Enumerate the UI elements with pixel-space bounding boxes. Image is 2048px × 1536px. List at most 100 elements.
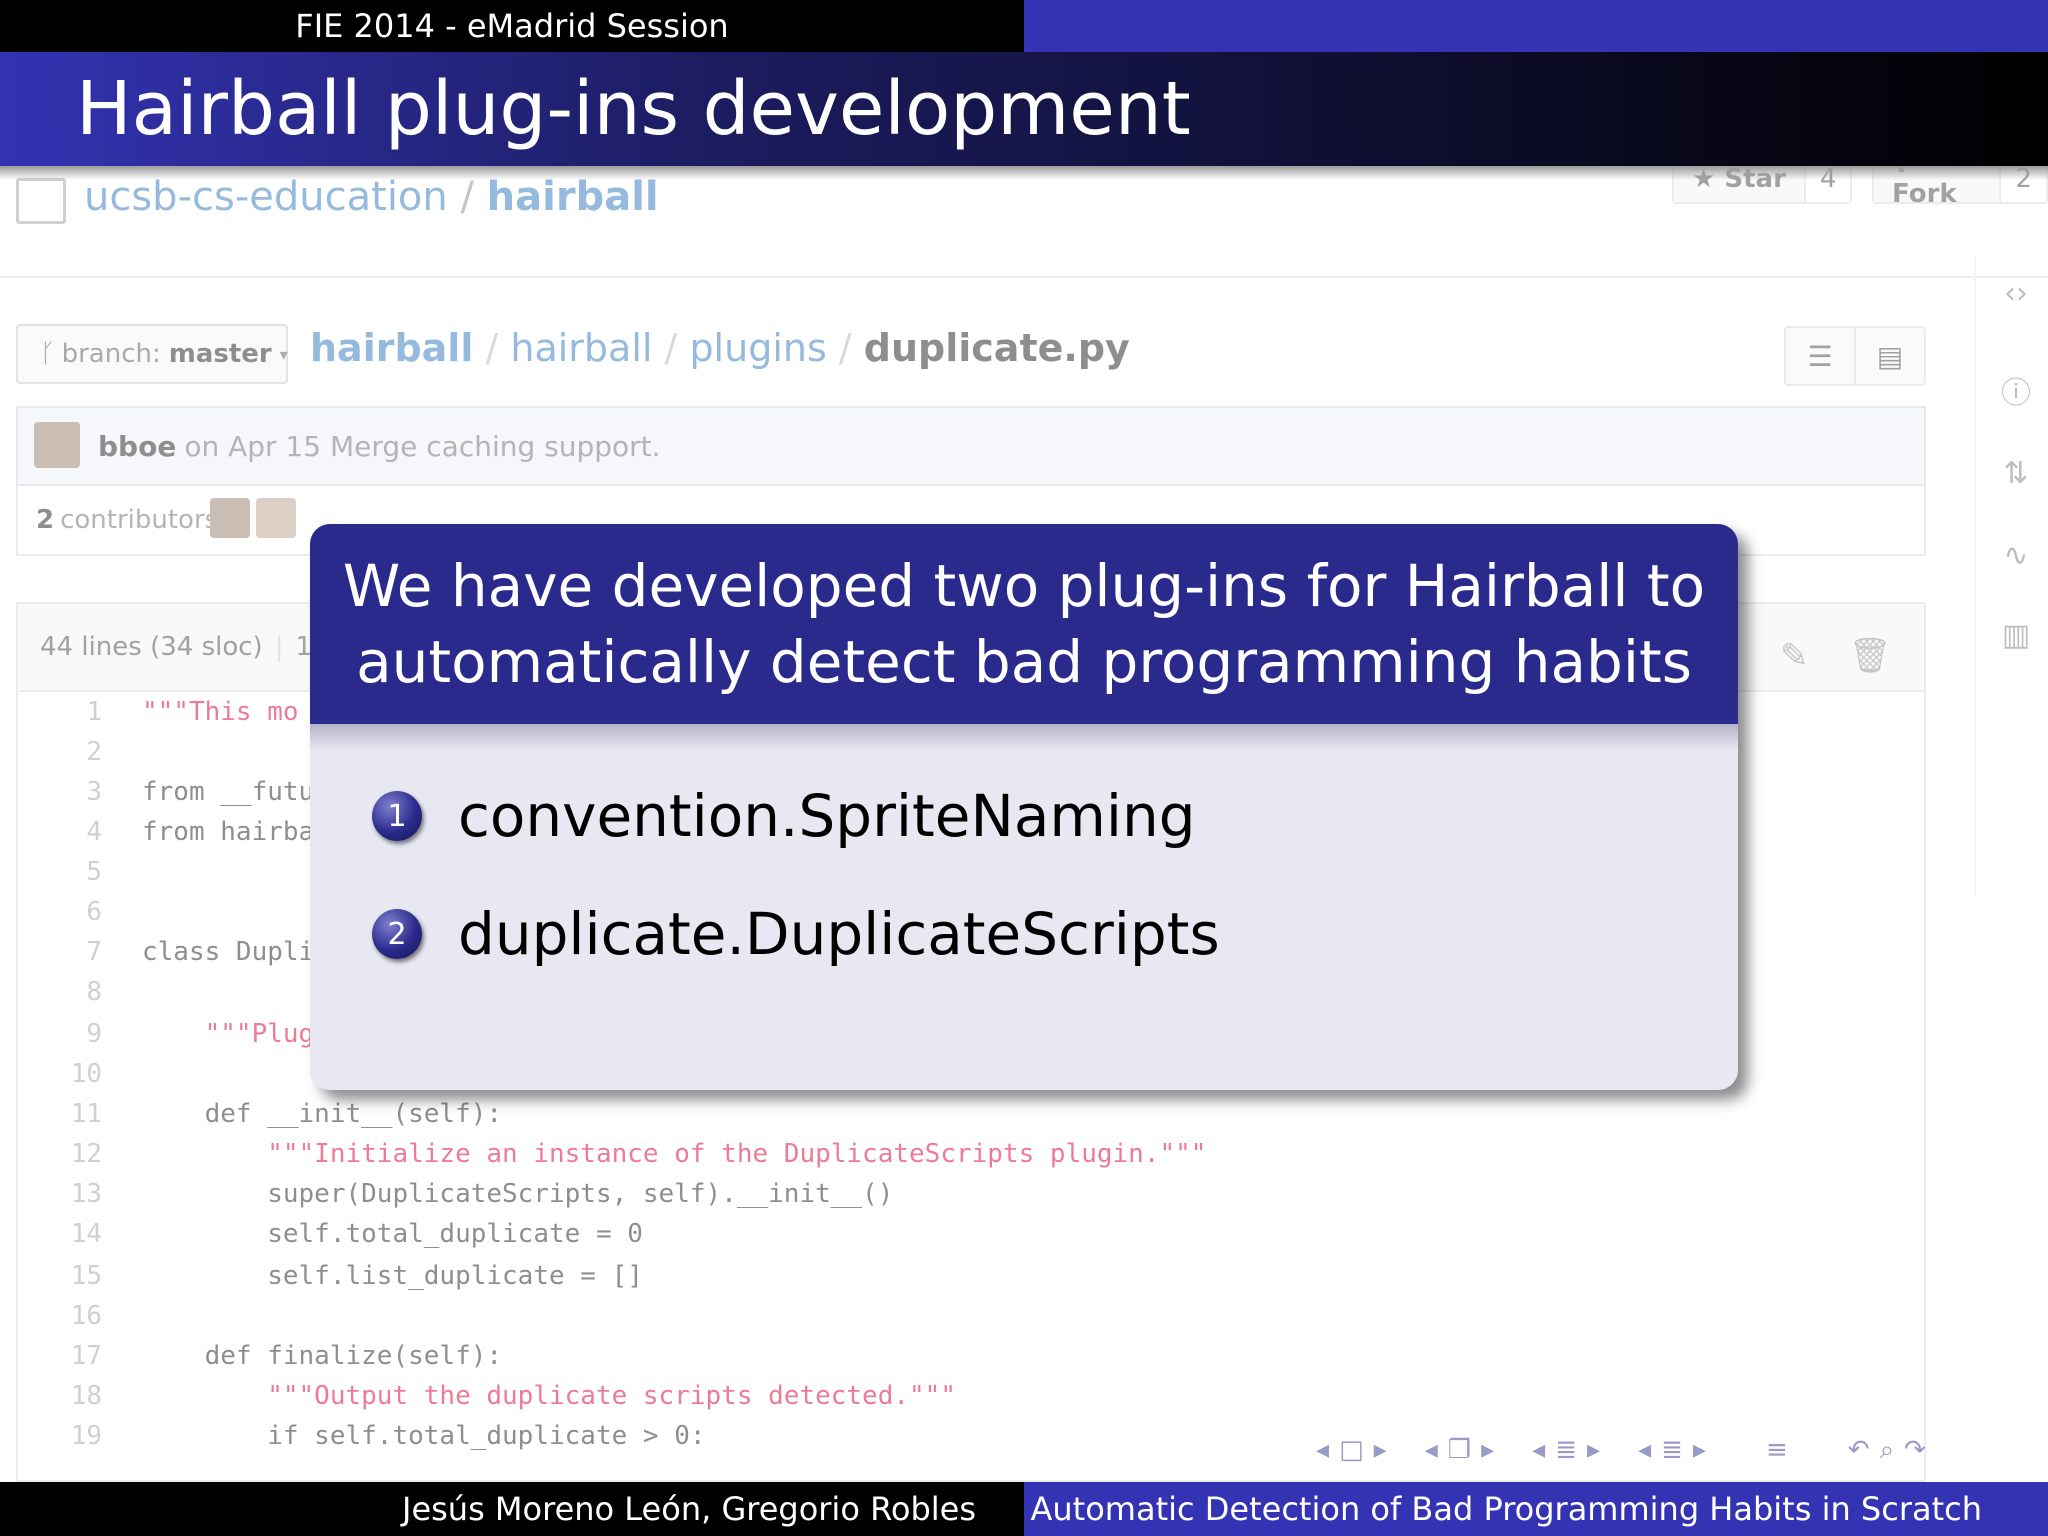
line-number[interactable]: 15 — [18, 1261, 102, 1291]
line-number[interactable]: 11 — [18, 1099, 102, 1129]
list-icon[interactable]: ☰ — [1786, 328, 1854, 384]
code-line: 11 def __init__(self): — [18, 1094, 1918, 1134]
document-icon[interactable]: ≣ — [1661, 1435, 1683, 1465]
divider — [0, 276, 2048, 278]
subsection-icon[interactable]: ❐ — [1448, 1435, 1471, 1465]
code-text: """Plug — [142, 1019, 315, 1049]
nav-left-arrow-icon[interactable]: ◂ — [1532, 1435, 1545, 1465]
code-text: """Output the duplicate scripts detected… — [142, 1381, 956, 1411]
breadcrumb-item[interactable]: plugins — [689, 326, 826, 370]
branch-icon: ᚴ — [40, 339, 56, 369]
line-number[interactable]: 17 — [18, 1341, 102, 1371]
list-item-text: convention.SpriteNaming — [458, 782, 1196, 850]
code-line: 13 super(DuplicateScripts, self).__init_… — [18, 1174, 1918, 1214]
line-number[interactable]: 18 — [18, 1381, 102, 1411]
edit-icon[interactable]: ✎ — [1780, 636, 1809, 676]
session-title: FIE 2014 - eMadrid Session — [0, 0, 1024, 52]
code-text: if self.total_duplicate > 0: — [142, 1421, 706, 1451]
frame-icon[interactable]: □ — [1339, 1435, 1364, 1465]
repo-icon — [16, 178, 66, 224]
avatar[interactable] — [34, 422, 80, 468]
clipboard-icon[interactable]: ▤ — [1854, 328, 1924, 384]
block-title: We have developed two plug-ins for Hairb… — [310, 524, 1738, 724]
block-title-line: We have developed two plug-ins for Hairb… — [342, 552, 1706, 620]
line-number[interactable]: 14 — [18, 1219, 102, 1249]
headline-right — [1024, 0, 2048, 52]
line-number[interactable]: 13 — [18, 1179, 102, 1209]
code-text: from hairba — [142, 817, 315, 847]
line-number[interactable]: 2 — [18, 737, 102, 767]
footer-authors: Jesús Moreno León, Gregorio Robles — [0, 1482, 1024, 1536]
nav-left-arrow-icon[interactable]: ◂ — [1638, 1435, 1651, 1465]
code-text: def finalize(self): — [142, 1341, 503, 1371]
repo-side-nav: ‹› ⓘ ⇅ ∿ ▥ — [1974, 256, 2048, 896]
repo-owner[interactable]: ucsb-cs-education — [84, 174, 448, 220]
line-number[interactable]: 5 — [18, 857, 102, 887]
nav-left-arrow-icon[interactable]: ◂ — [1316, 1435, 1329, 1465]
list-item: 2 duplicate.DuplicateScripts — [372, 900, 1220, 968]
code-text: """Initialize an instance of the Duplica… — [142, 1139, 1207, 1169]
nav-right-arrow-icon[interactable]: ▸ — [1587, 1435, 1600, 1465]
search-icon[interactable]: ⌕ — [1880, 1435, 1895, 1466]
code-icon[interactable]: ‹› — [1996, 276, 2036, 311]
line-number[interactable]: 7 — [18, 937, 102, 967]
code-line: 14 self.total_duplicate = 0 — [18, 1214, 1918, 1254]
code-line: 17 def finalize(self): — [18, 1336, 1918, 1376]
line-number[interactable]: 12 — [18, 1139, 102, 1169]
nav-left-arrow-icon[interactable]: ◂ — [1425, 1435, 1438, 1465]
line-number[interactable]: 10 — [18, 1059, 102, 1089]
forward-icon[interactable]: ↷ — [1904, 1435, 1926, 1465]
repo-title[interactable]: ucsb-cs-education / hairball — [84, 174, 659, 220]
line-number[interactable]: 3 — [18, 777, 102, 807]
pull-request-icon[interactable]: ⇅ — [1996, 456, 2036, 491]
code-line: 16 — [18, 1296, 1918, 1336]
avatar[interactable] — [210, 498, 250, 538]
code-text: super(DuplicateScripts, self).__init__() — [142, 1179, 894, 1209]
section-icon[interactable]: ≣ — [1555, 1435, 1577, 1465]
nav-right-arrow-icon[interactable]: ▸ — [1693, 1435, 1706, 1465]
line-number[interactable]: 16 — [18, 1301, 102, 1331]
list-item: 1 convention.SpriteNaming — [372, 782, 1196, 850]
line-number[interactable]: 6 — [18, 897, 102, 927]
breadcrumb-root[interactable]: hairball — [310, 326, 473, 370]
graphs-icon[interactable]: ▥ — [1996, 618, 2036, 653]
line-number[interactable]: 1 — [18, 697, 102, 727]
line-number[interactable]: 19 — [18, 1421, 102, 1451]
nav-right-arrow-icon[interactable]: ▸ — [1374, 1435, 1387, 1465]
pulse-icon[interactable]: ∿ — [1996, 538, 2036, 573]
commit-message[interactable]: on Apr 15 Merge caching support. — [184, 430, 660, 463]
breadcrumb-sep: / — [838, 326, 852, 370]
file-actions: ✎ 🗑 — [1780, 636, 1892, 676]
branch-name: master — [168, 339, 272, 369]
breadcrumb-sep: / — [485, 326, 499, 370]
back-icon[interactable]: ↶ — [1848, 1435, 1870, 1465]
beamer-nav-symbols: ◂ □ ▸ ◂ ❐ ▸ ◂ ≣ ▸ ◂ ≣ ▸ ≡ ↶ ⌕ ↷ — [1316, 1432, 1926, 1468]
nav-right-arrow-icon[interactable]: ▸ — [1481, 1435, 1494, 1465]
line-number[interactable]: 9 — [18, 1019, 102, 1049]
latest-commit: bboe on Apr 15 Merge caching support. — [16, 406, 1926, 486]
code-line: 12 """Initialize an instance of the Dupl… — [18, 1134, 1918, 1174]
breadcrumb-sep: / — [664, 326, 678, 370]
commit-author[interactable]: bboe — [98, 430, 176, 463]
contributors-label[interactable]: contributors — [60, 505, 218, 535]
breadcrumb: hairball / hairball / plugins / duplicat… — [310, 326, 1130, 370]
branch-selector[interactable]: ᚴ branch: master ▾ — [16, 324, 288, 384]
line-number[interactable]: 8 — [18, 977, 102, 1007]
toc-icon[interactable]: ≡ — [1766, 1435, 1788, 1465]
code-text: self.total_duplicate = 0 — [142, 1219, 643, 1249]
repo-separator: / — [460, 174, 474, 220]
issues-icon[interactable]: ⓘ — [1996, 368, 2036, 412]
code-text: from __futu — [142, 777, 315, 807]
delete-icon[interactable]: 🗑 — [1849, 636, 1892, 676]
breadcrumb-item[interactable]: hairball — [510, 326, 652, 370]
chevron-down-icon: ▾ — [279, 344, 288, 364]
repo-name[interactable]: hairball — [487, 174, 659, 220]
beamer-headline: FIE 2014 - eMadrid Session — [0, 0, 2048, 52]
avatar[interactable] — [256, 498, 296, 538]
file-info: 44 lines (34 sloc) — [40, 632, 263, 662]
contributors-count: 2 — [36, 505, 55, 535]
code-text: """This mo — [142, 697, 299, 727]
line-number[interactable]: 4 — [18, 817, 102, 847]
block-title-shadow — [310, 724, 1738, 750]
code-line: 15 self.list_duplicate = [] — [18, 1256, 1918, 1296]
